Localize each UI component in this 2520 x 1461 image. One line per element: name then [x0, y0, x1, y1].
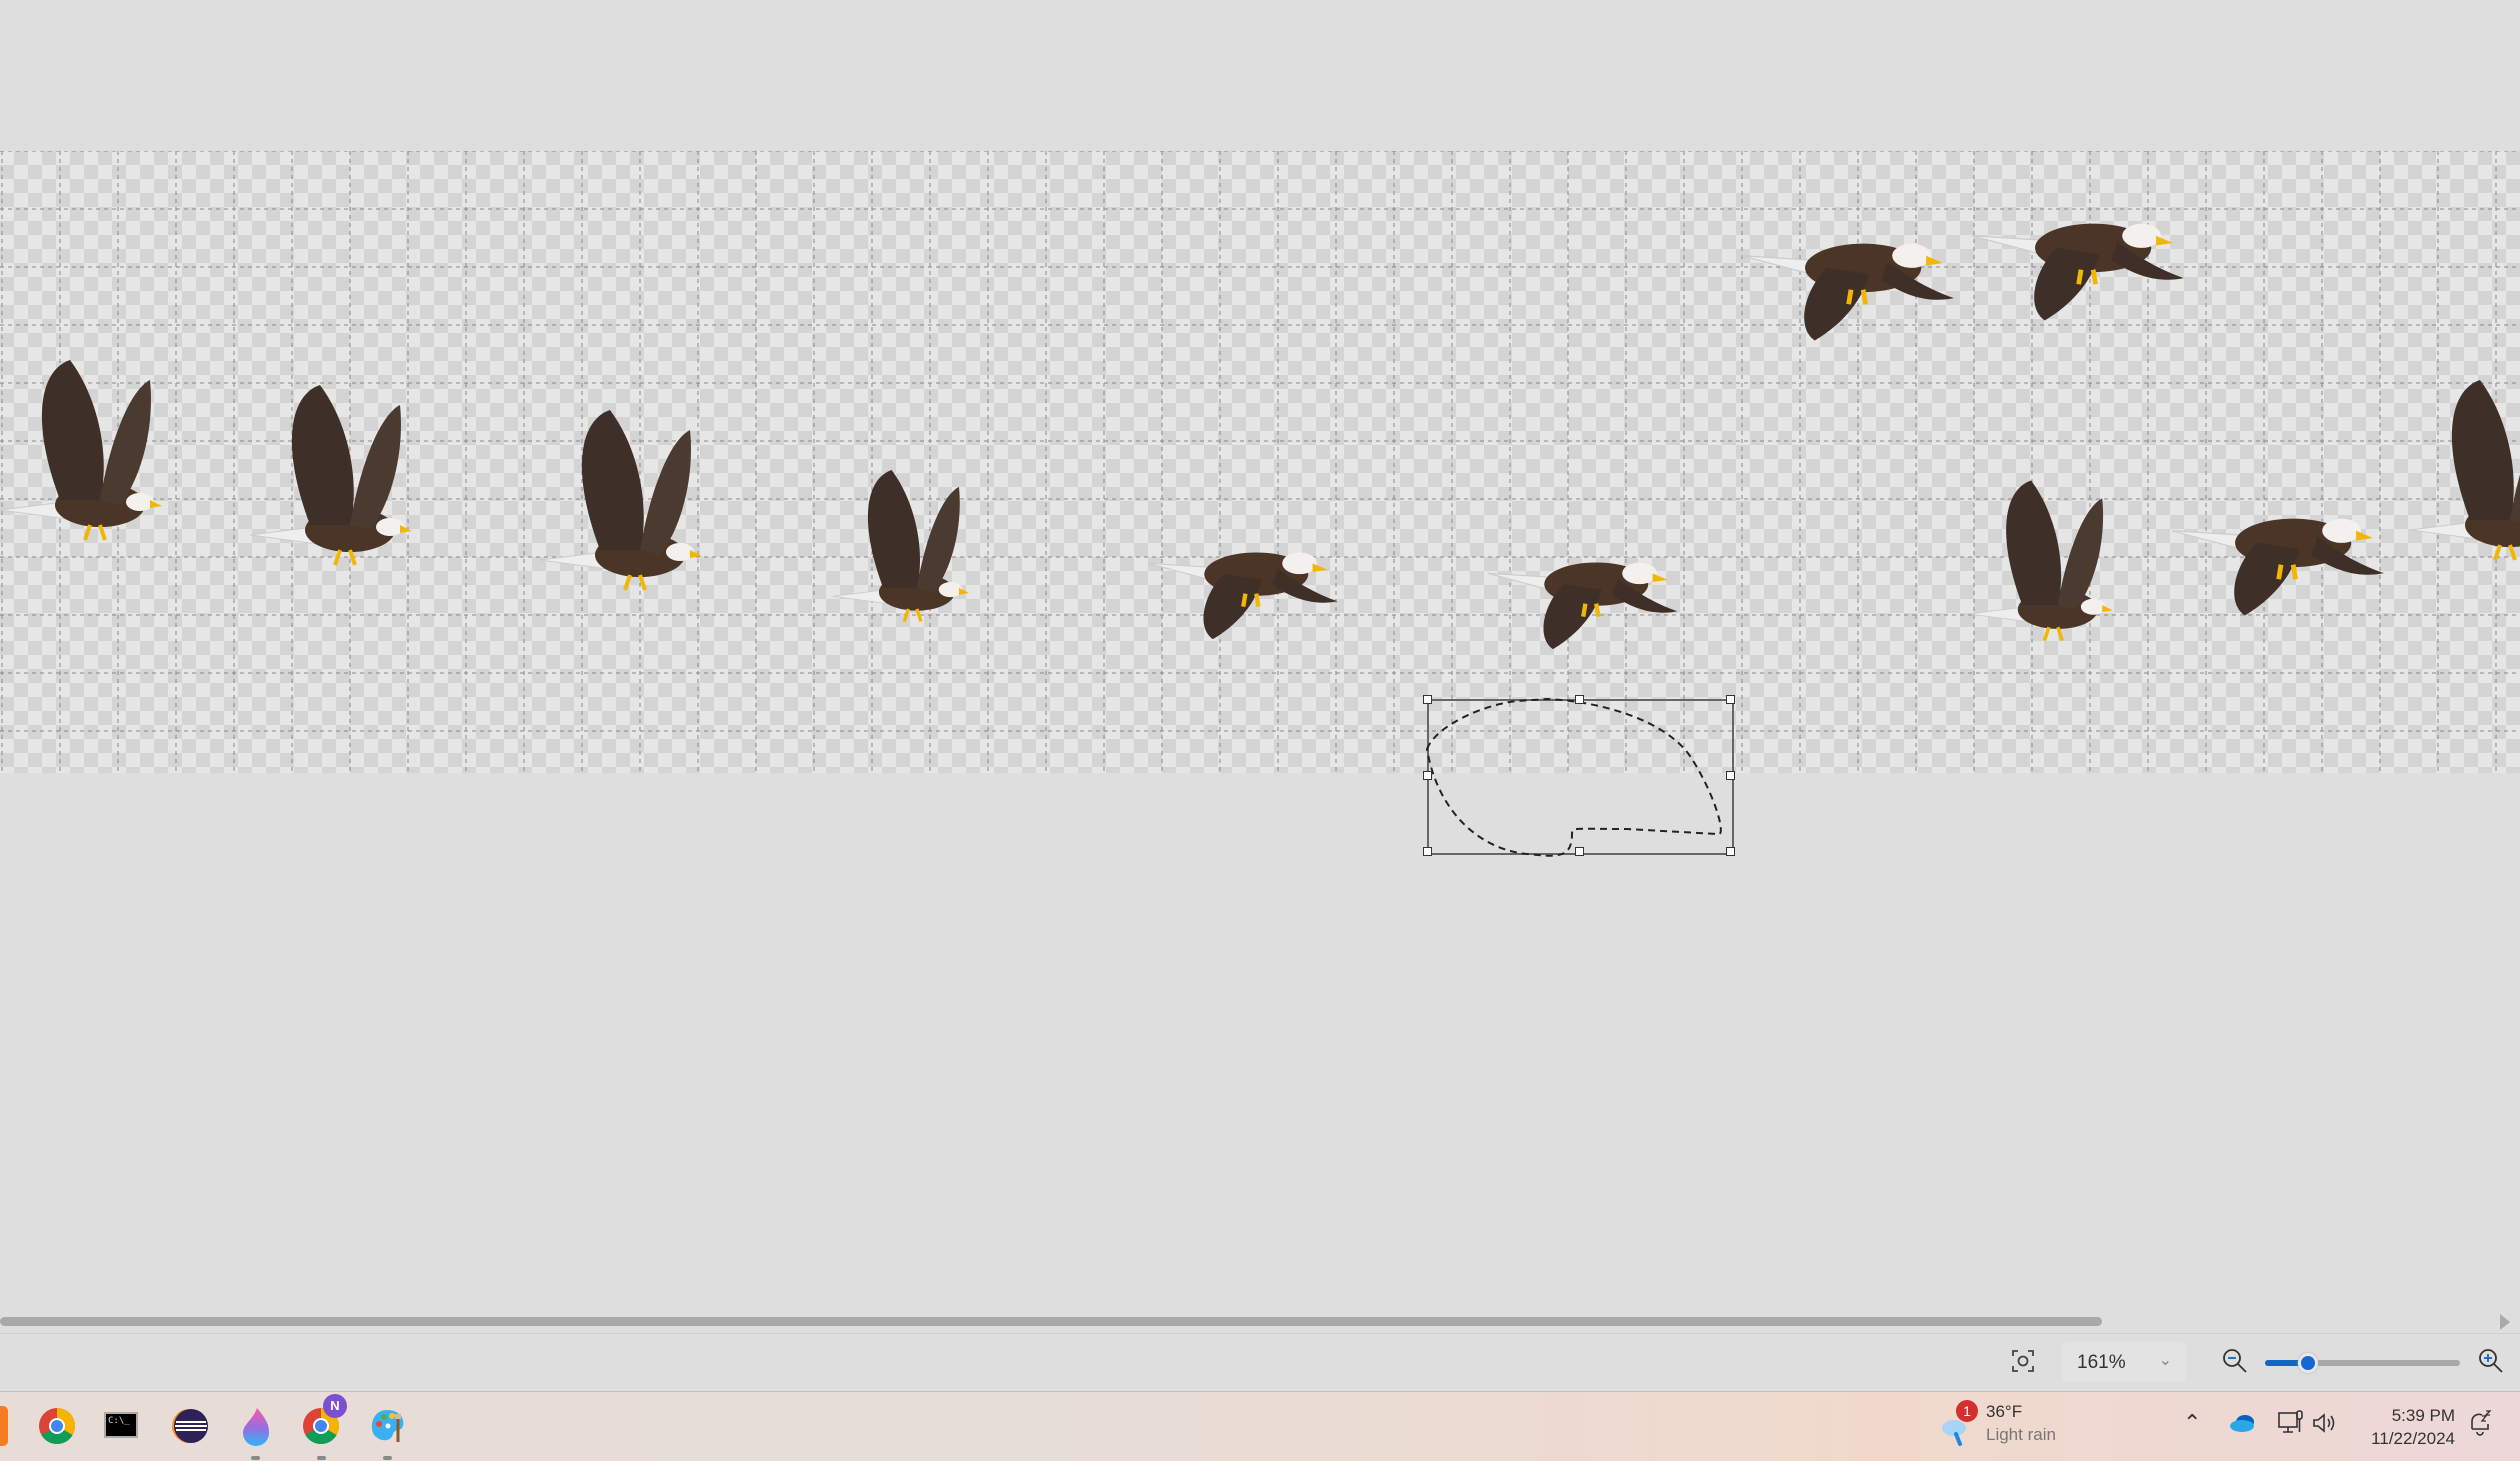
zoom-level-value: 161%: [2077, 1352, 2126, 1373]
notifications-snooze-bell-icon[interactable]: [2468, 1410, 2492, 1441]
profile-badge: N: [323, 1394, 347, 1418]
resize-handle[interactable]: [1574, 847, 1584, 856]
eclipse-icon[interactable]: [170, 1406, 210, 1446]
eagle-sprite-frame: [832, 470, 970, 623]
eagle-sprite-frame: [1971, 223, 2184, 321]
weather-badge: 1: [1956, 1400, 1978, 1422]
resize-handle[interactable]: [1423, 771, 1432, 780]
volume-icon[interactable]: [2312, 1412, 2338, 1439]
show-hidden-icons-chevron-icon[interactable]: ⌃: [2183, 1410, 2201, 1436]
scroll-right-arrow[interactable]: [2500, 1314, 2510, 1330]
eagle-sprite-frame: [539, 410, 702, 591]
zoom-out-icon[interactable]: [2222, 1348, 2248, 1379]
paint-drop-icon[interactable]: [235, 1406, 275, 1446]
weather-temp: 36°F: [1986, 1402, 2023, 1421]
eagle-sprite-frame: [2409, 380, 2520, 561]
clock[interactable]: 5:39 PM 11/22/2024: [2345, 1404, 2455, 1450]
eagle-sprite-frame: [1741, 243, 1954, 341]
chrome-icon[interactable]: [37, 1406, 77, 1446]
resize-handle[interactable]: [1423, 695, 1432, 704]
zoom-level-dropdown[interactable]: 161% ⌄: [2062, 1342, 2186, 1382]
network-icon[interactable]: [2278, 1410, 2304, 1441]
eagle-sprite-frame: [1147, 552, 1338, 640]
chevron-down-icon: ⌄: [2158, 1352, 2172, 1369]
eagle-sprite-frame: [0, 360, 162, 541]
running-indicator: [383, 1456, 392, 1460]
paint-icon[interactable]: [367, 1406, 407, 1446]
chrome-profile-icon[interactable]: N: [301, 1394, 347, 1446]
freeform-selection-outline: [1425, 697, 1722, 857]
selection-box[interactable]: [1423, 695, 1735, 857]
eagle-sprite-frame: [1968, 480, 2113, 642]
taskbar: C:\_ N 1 36°F Light rain ⌃ 5:39 PM 11/22…: [0, 1391, 2520, 1461]
eagle-sprite-frame: [2171, 518, 2384, 616]
onedrive-icon[interactable]: [2229, 1414, 2257, 1437]
resize-handle[interactable]: [1574, 695, 1584, 704]
image-canvas[interactable]: [0, 151, 2520, 857]
zoom-slider[interactable]: [2265, 1353, 2460, 1373]
clock-time: 5:39 PM: [2391, 1406, 2455, 1425]
clock-date: 11/22/2024: [2371, 1429, 2455, 1448]
resize-handle[interactable]: [1726, 695, 1735, 704]
command-prompt-icon[interactable]: C:\_: [104, 1412, 138, 1438]
zoom-in-icon[interactable]: [2478, 1348, 2504, 1379]
resize-handle[interactable]: [1726, 771, 1735, 780]
resize-handle[interactable]: [1423, 847, 1432, 856]
app-orange-icon[interactable]: [0, 1406, 8, 1446]
horizontal-scrollbar-thumb[interactable]: [0, 1317, 2102, 1326]
resize-handle[interactable]: [1726, 847, 1735, 856]
weather-widget[interactable]: 1 36°F Light rain: [1942, 1400, 2056, 1451]
zoom-slider-thumb[interactable]: [2297, 1353, 2318, 1373]
eagle-sprite-frame: [1487, 562, 1678, 650]
running-indicator: [317, 1456, 326, 1460]
eagle-sprite-frame: [249, 385, 412, 566]
fit-to-screen-icon[interactable]: [2012, 1350, 2034, 1377]
weather-condition: Light rain: [1986, 1425, 2056, 1444]
status-bar: 161% ⌄: [0, 1333, 2520, 1390]
running-indicator: [251, 1456, 260, 1460]
